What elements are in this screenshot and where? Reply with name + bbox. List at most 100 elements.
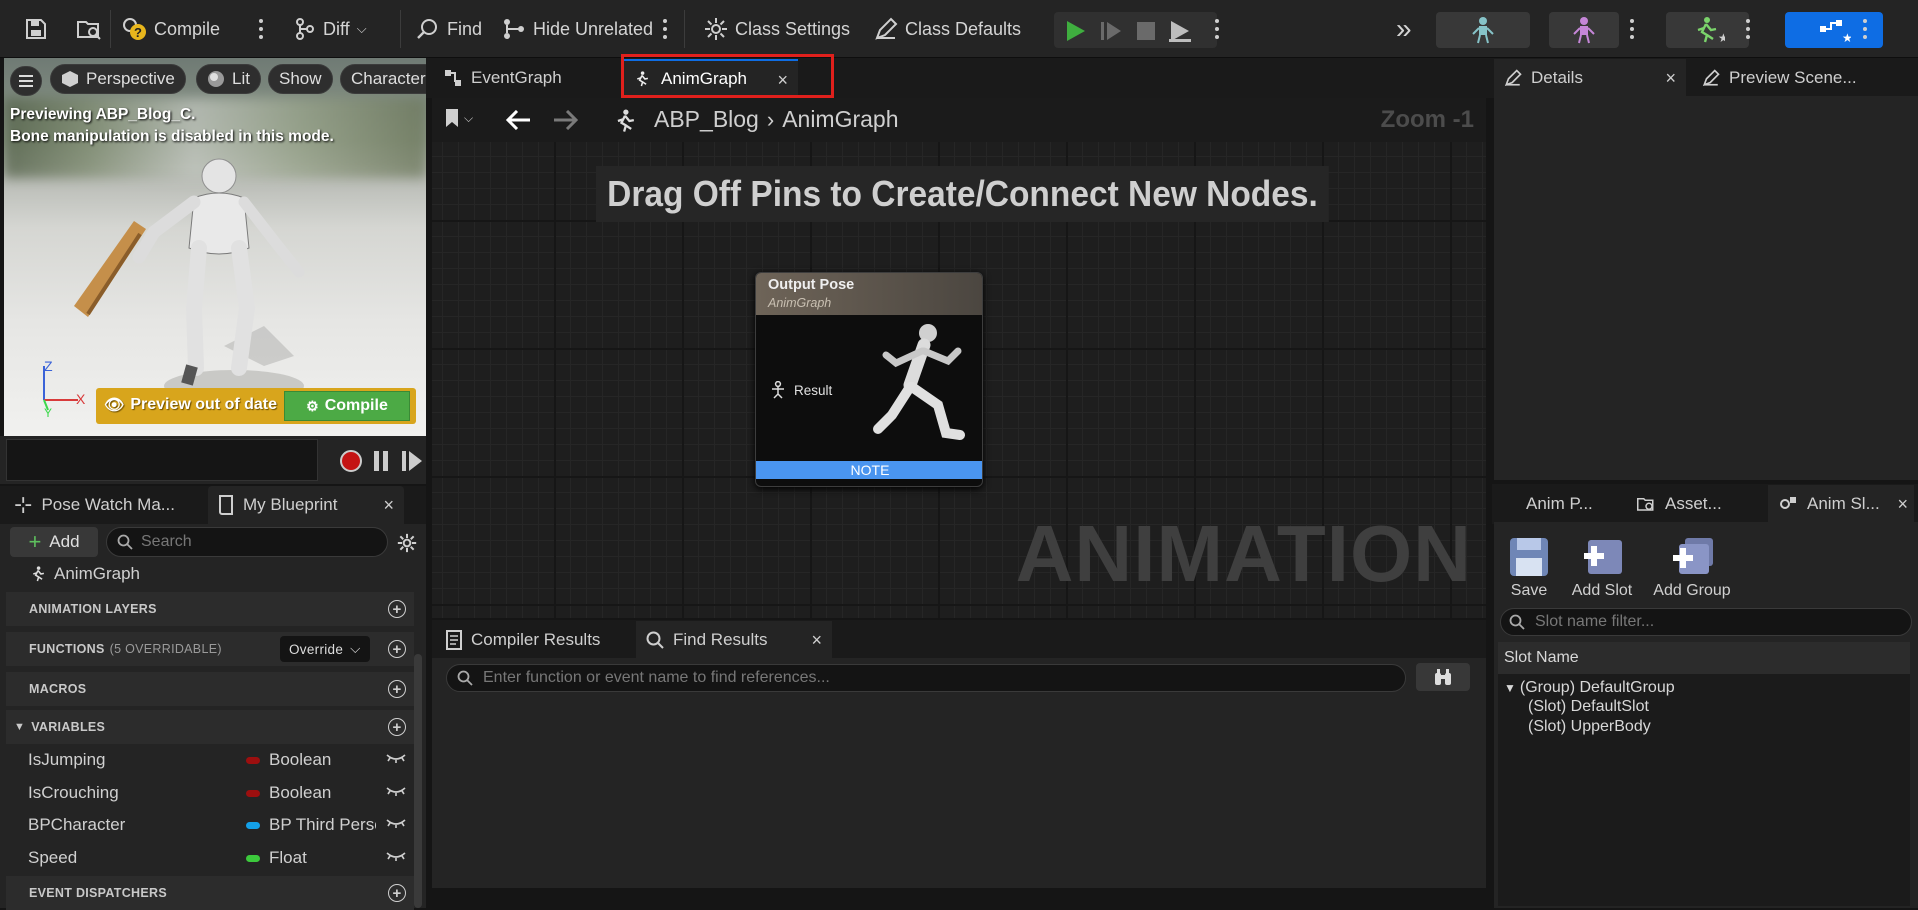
skeleton-mode-button[interactable]	[1436, 12, 1530, 48]
breadcrumb-root[interactable]: ABP_Blog	[654, 106, 759, 133]
slot-item[interactable]: (Slot) UpperBody	[1528, 718, 1651, 736]
settings-gear-icon[interactable]	[397, 533, 417, 553]
closed-eye-icon[interactable]	[386, 753, 406, 765]
variable-type[interactable]: BP Third Person Character	[246, 815, 376, 835]
lit-button[interactable]: Lit	[196, 64, 261, 94]
closed-eye-icon[interactable]	[386, 786, 406, 798]
add-event-dispatcher-icon[interactable]: +	[388, 884, 406, 902]
breadcrumb-leaf: AnimGraph	[782, 106, 899, 132]
browse-asset-icon[interactable]	[70, 10, 108, 48]
macros-section[interactable]: MACROS +	[6, 672, 414, 706]
animation-watermark: ANIMATION	[1015, 509, 1472, 598]
play-options-button[interactable]	[1211, 14, 1223, 44]
close-icon[interactable]: ×	[383, 495, 394, 516]
viewport-menu-button[interactable]	[10, 66, 42, 96]
animation-mode-button[interactable]	[1549, 12, 1619, 48]
variable-type[interactable]: Boolean	[246, 783, 386, 803]
animation-layers-section[interactable]: ANIMATION LAYERS +	[6, 592, 414, 626]
blueprint-mode-options-button[interactable]	[1859, 14, 1871, 44]
tab-event-graph[interactable]: EventGraph	[434, 59, 614, 97]
add-animation-layer-icon[interactable]: +	[388, 600, 406, 618]
step-forward-icon[interactable]	[402, 450, 422, 472]
bookmark-dropdown[interactable]: ⌵	[444, 108, 473, 128]
physics-mode-button[interactable]: ★	[1666, 12, 1749, 48]
perspective-button[interactable]: Perspective	[50, 64, 186, 94]
variable-type[interactable]: Boolean	[246, 750, 386, 770]
tab-anim-slot-manager[interactable]: Anim Sl... ×	[1768, 485, 1914, 523]
tab-my-blueprint[interactable]: My Blueprint ×	[208, 486, 404, 524]
show-button[interactable]: Show	[268, 64, 333, 94]
character-button[interactable]: Character	[340, 64, 426, 94]
variable-row[interactable]: IsJumping Boolean	[6, 744, 414, 776]
graph-canvas[interactable]: ⌵ ABP_Blog › AnimGraph Zoom -1 Drag Off …	[432, 98, 1486, 618]
tab-anim-preview[interactable]: Anim P...	[1494, 485, 1618, 523]
slot-name-header[interactable]: Slot Name	[1498, 642, 1910, 674]
back-arrow-icon[interactable]	[506, 110, 532, 130]
play-icon[interactable]	[1064, 20, 1086, 42]
close-icon[interactable]: ×	[1665, 68, 1676, 89]
save-icon[interactable]	[18, 10, 54, 48]
find-in-all-blueprints-button[interactable]	[1416, 663, 1470, 691]
add-variable-icon[interactable]: +	[388, 718, 406, 736]
tab-find-results-label: Find Results	[673, 630, 768, 649]
stop-icon[interactable]	[1136, 21, 1156, 41]
functions-section[interactable]: FUNCTIONS (5 OVERRIDABLE) Override ⌵ +	[6, 632, 414, 666]
slot-tree: Slot Name ▼ (Group) DefaultGroup (Slot) …	[1498, 642, 1910, 906]
variable-row[interactable]: BPCharacter BP Third Person Character	[6, 809, 414, 841]
tab-find-results[interactable]: Find Results ×	[636, 621, 832, 659]
closed-eye-icon[interactable]	[386, 851, 406, 863]
compile-button[interactable]: ? Compile	[115, 10, 226, 48]
hide-unrelated-button[interactable]: Hide Unrelated	[496, 10, 659, 48]
hide-unrelated-options-button[interactable]	[659, 14, 671, 44]
scrollbar[interactable]	[414, 654, 422, 908]
slot-group-row[interactable]: ▼ (Group) DefaultGroup	[1504, 679, 1675, 697]
search-input[interactable]: Search	[106, 527, 388, 557]
variable-row[interactable]: Speed Float	[6, 842, 414, 874]
chevron-right-double-icon[interactable]: »	[1390, 10, 1418, 48]
compile-options-button[interactable]	[255, 14, 267, 44]
forward-arrow-icon[interactable]	[552, 110, 578, 130]
tab-pose-watch[interactable]: ⊹ Pose Watch Ma...	[4, 486, 204, 524]
add-group-label: Add Group	[1653, 582, 1731, 599]
variable-type[interactable]: Float	[246, 848, 386, 868]
physics-options-button[interactable]	[1742, 14, 1754, 44]
mode-options-button[interactable]	[1626, 14, 1638, 44]
override-dropdown[interactable]: Override ⌵	[280, 636, 370, 662]
tab-asset-browser[interactable]: Asset...	[1626, 485, 1760, 523]
find-references-input[interactable]: Enter function or event name to find ref…	[446, 664, 1406, 692]
add-button[interactable]: + Add	[10, 527, 98, 557]
preview-viewport[interactable]: Perspective Lit Show Character Previewin…	[4, 58, 426, 436]
record-button[interactable]	[340, 450, 362, 472]
add-slot-button[interactable]: Add Slot	[1566, 536, 1638, 600]
output-pose-node[interactable]: Output Pose AnimGraph Result NOTE	[755, 272, 983, 487]
tab-preview-scene[interactable]: Preview Scene...	[1692, 59, 1902, 97]
class-settings-button[interactable]: Class Settings	[698, 10, 856, 48]
save-slots-button[interactable]: Save	[1504, 536, 1554, 600]
anim-graph-item[interactable]: AnimGraph	[28, 564, 140, 584]
tab-details[interactable]: Details ×	[1494, 59, 1686, 97]
event-dispatchers-section[interactable]: EVENT DISPATCHERS +	[6, 876, 414, 910]
expand-triangle-icon[interactable]: ▼	[1504, 681, 1516, 695]
variables-section[interactable]: ▼ VARIABLES +	[6, 710, 414, 744]
closed-eye-icon[interactable]	[386, 818, 406, 830]
add-function-icon[interactable]: +	[388, 640, 406, 658]
timeline-field[interactable]	[6, 439, 318, 481]
find-button[interactable]: Find	[410, 10, 488, 48]
diff-button[interactable]: Diff ⌵	[288, 10, 373, 48]
step-icon[interactable]	[1100, 20, 1122, 42]
slot-filter-input[interactable]: Slot name filter...	[1500, 608, 1912, 636]
slot-item[interactable]: (Slot) DefaultSlot	[1528, 698, 1649, 716]
add-group-button[interactable]: Add Group	[1640, 536, 1744, 600]
class-defaults-button[interactable]: Class Defaults	[868, 10, 1027, 48]
search-icon	[646, 631, 664, 649]
add-macro-icon[interactable]: +	[388, 680, 406, 698]
close-icon[interactable]: ×	[811, 630, 822, 651]
viewport-compile-button[interactable]: ⚙ Compile	[284, 391, 410, 421]
result-pin[interactable]: Result	[770, 381, 832, 399]
close-icon[interactable]: ×	[1897, 494, 1908, 515]
node-note-bar[interactable]: NOTE	[756, 461, 982, 479]
tab-compiler-results[interactable]: Compiler Results	[436, 621, 626, 659]
pause-icon[interactable]	[372, 450, 390, 472]
eject-icon[interactable]	[1168, 20, 1192, 42]
variable-row[interactable]: IsCrouching Boolean	[6, 777, 414, 809]
